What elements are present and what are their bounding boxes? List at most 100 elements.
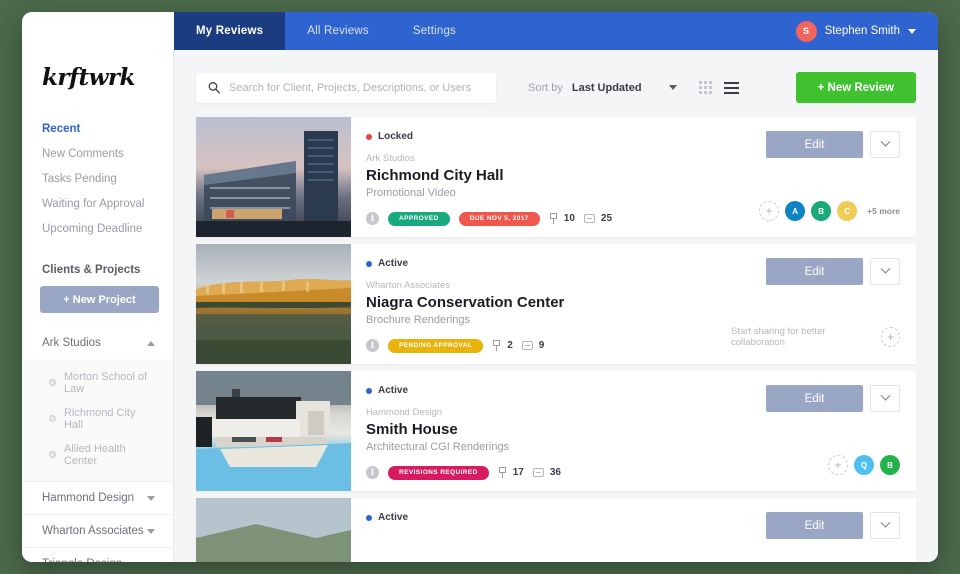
- edit-button[interactable]: Edit: [766, 131, 863, 158]
- sidebar-item-recent-label: Recent: [42, 123, 81, 135]
- grid-view-icon[interactable]: [698, 81, 712, 94]
- info-icon[interactable]: i: [366, 339, 379, 353]
- collaborator-avatar[interactable]: A: [785, 201, 806, 221]
- status-badge: Locked: [366, 131, 731, 142]
- add-collaborator-button[interactable]: +: [828, 455, 848, 475]
- card-actions: Edit: [731, 498, 916, 562]
- collaborator-avatar[interactable]: B: [811, 201, 832, 221]
- sidebar-item-recent[interactable]: Recent: [22, 117, 173, 142]
- new-project-button[interactable]: + New Project: [40, 286, 159, 313]
- card-meta-row: i PENDING APPROVAL 2 9: [366, 339, 731, 353]
- edit-button[interactable]: Edit: [766, 258, 863, 285]
- add-collaborator-button[interactable]: +: [759, 201, 780, 221]
- card-options-button[interactable]: [870, 512, 900, 539]
- sort-control[interactable]: Sort by Last Updated: [528, 82, 677, 94]
- app-window: My Reviews All Reviews Settings S Stephe…: [22, 12, 938, 562]
- app-logo: krftwrk: [42, 64, 135, 91]
- project-richmond-city-hall[interactable]: ⚙ Richmond City Hall: [22, 401, 173, 437]
- edit-label: Edit: [804, 138, 825, 151]
- status-dot-icon: [366, 133, 372, 140]
- project-thumbnail: [196, 117, 351, 237]
- sidebar-item-new-comments-label: New Comments: [42, 148, 124, 160]
- sidebar-nav-list: Recent New Comments Tasks Pending Waitin…: [22, 117, 173, 242]
- collaborator-avatar[interactable]: C: [837, 201, 858, 221]
- sidebar-item-upcoming-deadline[interactable]: Upcoming Deadline: [22, 217, 173, 242]
- badge-revisions-required: REVISIONS REQUIRED: [388, 466, 489, 480]
- status-label: Active: [378, 385, 409, 396]
- client-ark-studios[interactable]: Ark Studios: [22, 327, 173, 359]
- body-row: krftwrk Recent New Comments Tasks Pendin…: [22, 50, 938, 562]
- client-triangle-design[interactable]: Triangle Design: [22, 547, 173, 562]
- review-card[interactable]: Active Edit: [196, 498, 916, 562]
- more-collaborators-label[interactable]: +5 more: [867, 206, 900, 216]
- info-icon[interactable]: i: [366, 212, 379, 226]
- chevron-down-icon: [147, 528, 155, 534]
- new-review-button[interactable]: + New Review: [795, 72, 916, 103]
- card-meta-row: i APPROVED DUE NOV 5, 2017 10 25: [366, 212, 731, 226]
- add-collaborator-button[interactable]: +: [881, 327, 900, 347]
- card-actions: Edit + Q B: [731, 371, 916, 491]
- review-card[interactable]: Active Wharton Associates Niagra Conserv…: [196, 244, 916, 364]
- collaborator-avatar[interactable]: Q: [854, 455, 874, 475]
- gear-icon: ⚙: [48, 377, 57, 389]
- info-icon[interactable]: i: [366, 466, 379, 480]
- card-actions: Edit + A B C +5 more: [731, 117, 916, 237]
- comment-count-value: 9: [538, 340, 545, 352]
- clients-projects-heading: Clients & Projects: [42, 264, 141, 276]
- client-wharton-associates[interactable]: Wharton Associates: [22, 514, 173, 547]
- thumbnail-art-niagra: [196, 279, 351, 364]
- review-card[interactable]: Active Hammond Design Smith House Archit…: [196, 371, 916, 491]
- project-allied-health-center[interactable]: ⚙ Allied Health Center: [22, 437, 173, 473]
- client-hammond-design-label: Hammond Design: [42, 492, 135, 504]
- pin-count-value: 2: [507, 340, 513, 352]
- edit-button[interactable]: Edit: [766, 385, 863, 412]
- sidebar-item-new-comments[interactable]: New Comments: [22, 142, 173, 167]
- card-action-buttons: Edit: [766, 385, 900, 412]
- status-label: Locked: [378, 131, 414, 142]
- chevron-down-icon: [147, 561, 155, 562]
- comment-count: 9: [521, 340, 545, 352]
- card-subtitle: Promotional Video: [366, 187, 456, 199]
- new-review-label: + New Review: [817, 81, 894, 94]
- review-card-list: Locked Ark Studios Richmond City Hall Pr…: [174, 103, 938, 562]
- sidebar-item-upcoming-deadline-label: Upcoming Deadline: [42, 223, 143, 235]
- tab-settings[interactable]: Settings: [391, 12, 478, 50]
- card-options-button[interactable]: [870, 258, 900, 285]
- review-card[interactable]: Locked Ark Studios Richmond City Hall Pr…: [196, 117, 916, 237]
- status-badge: Active: [366, 512, 731, 523]
- pin-icon: [492, 340, 501, 352]
- client-hammond-design[interactable]: Hammond Design: [22, 481, 173, 514]
- chevron-up-icon: [147, 340, 155, 346]
- collaborator-avatar[interactable]: B: [880, 455, 900, 475]
- tab-all-reviews[interactable]: All Reviews: [285, 12, 391, 50]
- avatar: S: [795, 20, 817, 42]
- edit-button[interactable]: Edit: [766, 512, 863, 539]
- pin-count-value: 10: [563, 213, 575, 225]
- project-morton-school-of-law[interactable]: ⚙ Morton School of Law: [22, 365, 173, 401]
- sidebar-item-tasks-pending[interactable]: Tasks Pending: [22, 167, 173, 192]
- list-view-icon[interactable]: [723, 81, 739, 94]
- client-triangle-design-label: Triangle Design: [42, 558, 122, 562]
- project-thumbnail: [196, 371, 351, 491]
- pin-count: 10: [549, 213, 575, 225]
- sidebar-item-waiting-for-approval[interactable]: Waiting for Approval: [22, 192, 173, 217]
- thumbnail-art-partial: [196, 498, 351, 562]
- card-info: Active Hammond Design Smith House Archit…: [351, 371, 731, 491]
- card-options-button[interactable]: [870, 131, 900, 158]
- chevron-down-icon: [880, 136, 890, 147]
- main-content: Sort by Last Updated + New Review: [174, 50, 938, 562]
- badge-approved: APPROVED: [388, 212, 450, 226]
- edit-label: Edit: [804, 519, 825, 532]
- status-badge: Active: [366, 258, 731, 269]
- project-allied-label: Allied Health Center: [63, 443, 126, 467]
- search-input[interactable]: [229, 81, 484, 94]
- search-box[interactable]: [196, 72, 496, 103]
- comment-icon: [532, 468, 544, 478]
- user-menu[interactable]: S Stephen Smith: [795, 12, 938, 50]
- card-meta-row: i REVISIONS REQUIRED 17 36: [366, 466, 731, 480]
- status-dot-icon: [366, 514, 372, 521]
- card-options-button[interactable]: [870, 385, 900, 412]
- tab-my-reviews[interactable]: My Reviews: [174, 12, 286, 50]
- status-dot-icon: [366, 387, 372, 394]
